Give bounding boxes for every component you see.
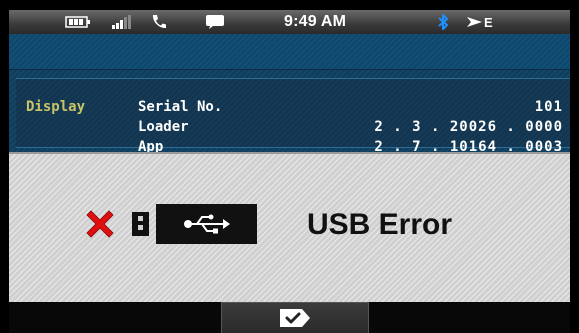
info-header-band [9,34,570,70]
status-bar: 9:49 AM E [9,10,570,34]
confirm-tag-icon [280,309,310,327]
device-icon [132,212,149,236]
chat-icon [205,10,225,34]
error-x-icon [86,210,114,238]
info-row-label: Serial No. [138,99,223,115]
info-row-loader: Loader 2 . 3 . 20026 . 0000 [9,119,570,139]
clock: 9:49 AM [284,13,347,30]
output-arrow-icon [466,10,484,34]
error-panel: USB Error [9,152,570,302]
usb-icon-block [156,204,257,244]
bluetooth-icon [437,10,449,34]
output-indicator: E [484,14,493,30]
info-row-serial: Serial No. 101 [9,99,570,119]
info-row-label: Loader [138,119,189,135]
signal-icon [111,10,133,34]
info-row-value: 2 . 3 . 20026 . 0000 [374,119,563,135]
info-row-value: 101 [534,99,563,115]
error-message: USB Error [307,208,453,241]
usb-icon [183,214,230,234]
confirm-button[interactable] [221,302,369,333]
device-info-panel: Display Serial No. 101 Loader 2 . 3 . 20… [9,34,570,155]
phone-icon [151,10,167,34]
device-screen: 9:49 AM E Display Serial No. 101 Loader … [9,10,570,333]
battery-icon [65,10,91,34]
footer-bar [9,302,570,333]
